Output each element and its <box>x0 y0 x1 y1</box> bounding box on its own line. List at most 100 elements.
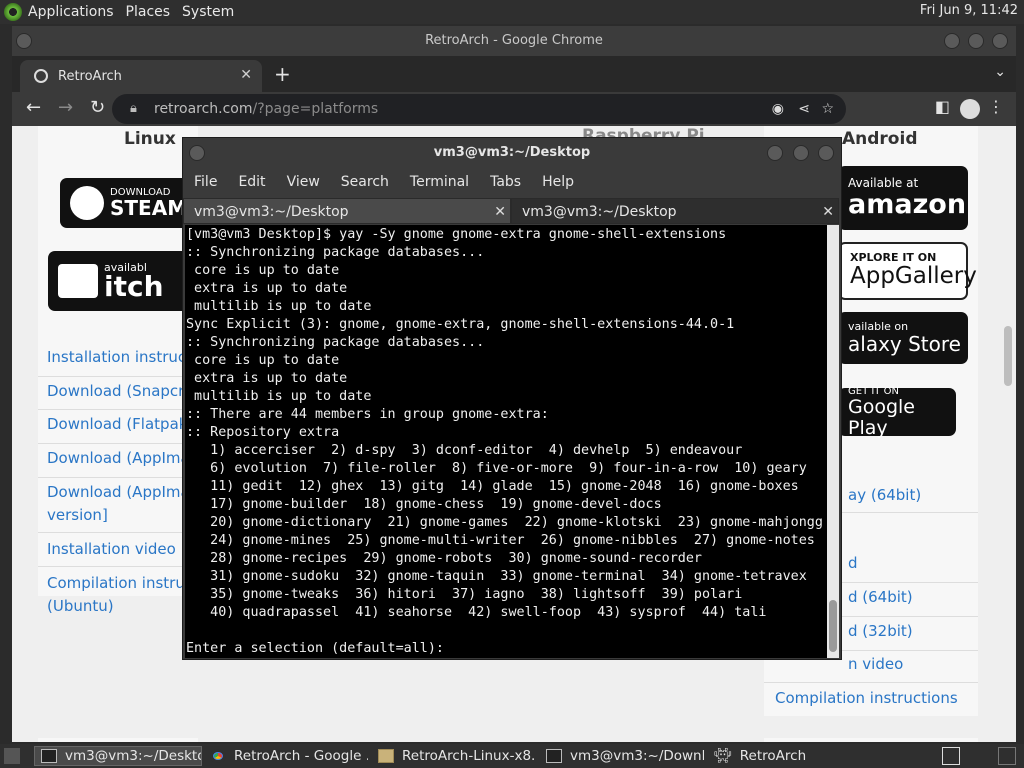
google-lens-icon[interactable]: ◉ <box>772 94 784 124</box>
system-menu[interactable]: System <box>178 4 242 20</box>
steam-badge-text: DOWNLOAD STEAM <box>110 188 187 219</box>
workspace-switcher-icon[interactable] <box>998 747 1016 765</box>
linux-link-install-video[interactable]: Installation video <box>47 538 176 561</box>
close-window-icon[interactable] <box>992 33 1008 49</box>
window-menu-icon[interactable] <box>189 145 205 161</box>
terminal-line: :: Repository extra <box>186 425 340 440</box>
new-tab-icon[interactable]: + <box>274 62 291 86</box>
tab-close-icon[interactable]: ✕ <box>240 67 252 83</box>
linux-link-flatpak[interactable]: Download (Flatpak) <box>47 413 193 436</box>
workspace-icon[interactable] <box>4 748 20 764</box>
bookmark-star-icon[interactable]: ☆ <box>821 94 834 124</box>
clock[interactable]: Fri Jun 9, 11:42 <box>920 3 1018 18</box>
appgallery-badge-main: AppGallery <box>850 263 977 290</box>
minimize-icon[interactable] <box>944 33 960 49</box>
lock-icon[interactable]: 🔒︎ <box>130 94 137 124</box>
terminal-menubar: File Edit View Search Terminal Tabs Help <box>183 168 841 196</box>
linux-link-compilation[interactable]: Compilation instruc <box>47 572 193 595</box>
page-scrollbar-thumb[interactable] <box>1004 326 1012 386</box>
taskbar-label: RetroArch-Linux-x8... <box>402 748 536 764</box>
terminal-line: multilib is up to date <box>186 389 372 404</box>
terminal-tab-1[interactable]: vm3@vm3:~/Desktop ✕ <box>183 198 511 224</box>
taskbar-item-terminal-desktop[interactable]: vm3@vm3:~/Desktop <box>34 746 202 766</box>
back-icon[interactable]: ← <box>26 97 41 118</box>
terminal-icon <box>41 749 57 763</box>
android-link-download-64bit[interactable]: d (64bit) <box>848 586 913 609</box>
reload-icon[interactable]: ↻ <box>90 97 105 118</box>
menu-tabs[interactable]: Tabs <box>479 168 531 196</box>
linux-link-compilation-ubuntu[interactable]: (Ubuntu) <box>47 595 114 618</box>
appgallery-badge[interactable]: XPLORE IT ON AppGallery <box>838 242 977 300</box>
terminal-line: 31) gnome-sudoku 32) gnome-taquin 33) gn… <box>186 569 807 584</box>
minimize-icon[interactable] <box>767 145 783 161</box>
taskbar-label: RetroArch <box>739 748 807 764</box>
terminal-line: [vm3@vm3 Desktop]$ yay -Sy gnome gnome-e… <box>186 227 727 242</box>
bottom-taskbar: vm3@vm3:~/Desktop RetroArch - Google ...… <box>0 744 1024 768</box>
terminal-line: :: There are 44 members in group gnome-e… <box>186 407 549 422</box>
linux-link-appimage[interactable]: Download (AppIma <box>47 447 190 470</box>
maximize-icon[interactable] <box>793 145 809 161</box>
gplay-badge-text: GET IT ON Google Play <box>848 386 956 439</box>
android-link-download-32bit[interactable]: d (32bit) <box>848 620 913 643</box>
maximize-icon[interactable] <box>968 33 984 49</box>
menu-view[interactable]: View <box>276 168 330 196</box>
side-panel-icon[interactable]: ◧ <box>935 97 950 116</box>
globe-favicon-icon <box>34 69 48 83</box>
system-menu-label: System <box>182 4 235 20</box>
menu-search[interactable]: Search <box>330 168 399 196</box>
terminal-tab-bar: vm3@vm3:~/Desktop ✕ vm3@vm3:~/Desktop ✕ <box>183 198 841 224</box>
menu-file[interactable]: File <box>183 168 227 196</box>
applications-menu[interactable]: Applications <box>0 3 122 21</box>
linux-link-appimage-2[interactable]: Download (AppIma <box>47 481 190 504</box>
android-link-64bit[interactable]: ay (64bit) <box>848 484 921 507</box>
menu-terminal[interactable]: Terminal <box>399 168 479 196</box>
linux-link-appimage-2-version[interactable]: version] <box>47 504 108 527</box>
tab-search-chevron-icon[interactable]: ⌄ <box>994 64 1006 80</box>
itch-badge[interactable]: availabl itch <box>48 251 190 311</box>
terminal-line: core is up to date <box>186 263 340 278</box>
taskbar-item-file-manager[interactable]: RetroArch-Linux-x8... <box>372 746 536 766</box>
google-play-badge[interactable]: GET IT ON Google Play <box>838 386 956 439</box>
tab-retroarch[interactable]: RetroArch ✕ <box>20 60 262 92</box>
forward-icon[interactable]: → <box>58 97 73 118</box>
taskbar-item-terminal-downloads[interactable]: vm3@vm3:~/Downl... <box>540 746 704 766</box>
terminal-scrollbar-thumb[interactable] <box>829 600 837 652</box>
terminal-lines: [vm3@vm3 Desktop]$ yay -Sy gnome gnome-e… <box>185 225 827 658</box>
terminal-titlebar[interactable]: vm3@vm3:~/Desktop <box>183 138 841 168</box>
terminal-tab-2[interactable]: vm3@vm3:~/Desktop ✕ <box>511 198 839 224</box>
android-link-install-video[interactable]: n video <box>848 653 903 676</box>
taskbar-label: vm3@vm3:~/Desktop <box>65 748 202 764</box>
kebab-menu-icon[interactable]: ⋮ <box>988 97 1004 116</box>
steam-download-badge[interactable]: DOWNLOAD STEAM <box>60 178 190 228</box>
terminal-line: Enter a selection (default=all): <box>186 641 453 656</box>
taskbar-item-chrome[interactable]: RetroArch - Google ... <box>204 746 368 766</box>
taskbar-label: RetroArch - Google ... <box>234 748 368 764</box>
terminal-line: 6) evolution 7) file-roller 8) five-or-m… <box>186 461 807 476</box>
share-icon[interactable]: ⋖ <box>798 94 810 124</box>
android-link-compilation[interactable]: Compilation instructions <box>775 687 958 710</box>
appgallery-badge-text: XPLORE IT ON AppGallery <box>850 252 977 289</box>
terminal-tab-close-icon[interactable]: ✕ <box>822 199 834 225</box>
android-link-download[interactable]: d <box>848 552 858 575</box>
places-menu[interactable]: Places <box>122 4 179 20</box>
menu-edit[interactable]: Edit <box>227 168 275 196</box>
linux-link-snapcraft[interactable]: Download (Snapcra <box>47 380 194 403</box>
url-path: /?page=platforms <box>252 101 379 117</box>
galaxy-store-badge[interactable]: vailable on alaxy Store <box>838 312 968 364</box>
close-window-icon[interactable] <box>818 145 834 161</box>
profile-avatar-icon[interactable] <box>960 99 980 119</box>
terminal-tab-close-icon[interactable]: ✕ <box>494 199 506 225</box>
chrome-titlebar[interactable]: RetroArch - Google Chrome <box>12 26 1016 56</box>
window-menu-icon[interactable] <box>16 33 32 49</box>
taskbar-item-retroarch[interactable]: 👾︎ RetroArch <box>708 746 828 766</box>
url-host: retroarch.com <box>154 101 253 117</box>
menu-help[interactable]: Help <box>531 168 584 196</box>
terminal-line: 40) quadrapassel 41) seahorse 42) swell-… <box>186 605 767 620</box>
amazon-badge[interactable]: Available at amazon <box>838 166 968 230</box>
linux-link-install-instructions[interactable]: Installation instructi <box>47 346 196 369</box>
show-desktop-icon[interactable] <box>942 747 960 765</box>
gplay-badge-main: Google Play <box>848 395 916 439</box>
terminal-scrollbar[interactable] <box>827 225 839 658</box>
address-bar[interactable]: 🔒︎ retroarch.com/?page=platforms ◉ ⋖ ☆ <box>112 94 846 124</box>
terminal-output[interactable]: [vm3@vm3 Desktop]$ yay -Sy gnome gnome-e… <box>185 225 827 658</box>
